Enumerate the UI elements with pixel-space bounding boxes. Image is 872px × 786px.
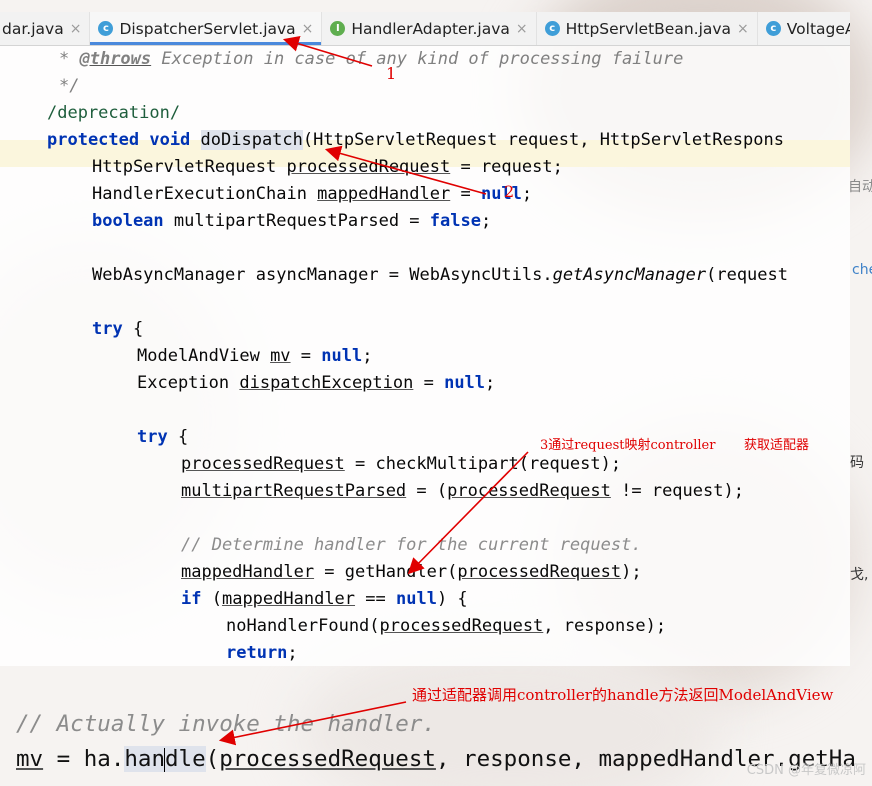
code-line: Exception dispatchException = null; [137,373,496,393]
code-line: ModelAndView mv = null; [137,346,373,366]
code-line: HttpServletRequest processedRequest = re… [92,157,563,177]
editor-tab-bar: dar.java × c DispatcherServlet.java × I … [0,12,850,46]
tab-label: VoltageA [786,19,850,38]
code-line: */ [59,76,80,96]
annotation-4: 通过适配器调用controller的handle方法返回ModelAndView [412,686,834,704]
enlarged-code-line: mv = ha.handle(processedRequest, respons… [16,746,856,772]
side-text: che [852,262,872,278]
code-line: return; [226,643,298,663]
annotation-2: 2 [504,182,515,201]
code-line: HandlerExecutionChain mappedHandler = nu… [92,184,533,204]
code-line: /deprecation/ [47,103,181,123]
code-line: protected void doDispatch(HttpServletReq… [47,130,784,150]
tab-http-servlet-bean[interactable]: c HttpServletBean.java × [537,12,758,45]
tab-voltage[interactable]: c VoltageA [758,12,850,45]
code-line: mappedHandler = getHandler(processedRequ… [181,562,642,582]
interface-icon: I [330,21,346,36]
code-line: if (mappedHandler == null) { [181,589,468,609]
tab-calendar[interactable]: dar.java × [0,12,91,45]
code-line: noHandlerFound(processedRequest, respons… [226,616,667,636]
class-icon: c [98,21,114,36]
side-text: 码 [850,455,864,471]
code-line: multipartRequestParsed = (processedReque… [181,481,744,501]
code-line: boolean multipartRequestParsed = false; [92,211,492,231]
code-line: * @throws Exception in case of any kind … [59,49,684,69]
close-icon[interactable]: × [737,21,749,37]
close-icon[interactable]: × [302,21,314,37]
class-icon: c [765,21,781,36]
annotation-1: 1 [386,64,397,83]
tab-label: HttpServletBean.java [565,19,732,38]
side-text: 自动 [848,179,872,195]
annotation-3b: 获取适配器 [744,438,810,453]
code-line: WebAsyncManager asyncManager = WebAsyncU… [92,265,788,285]
tab-label: HandlerAdapter.java [351,19,510,38]
side-text: 戈, [850,567,869,583]
tab-label: DispatcherServlet.java [119,19,296,38]
watermark: CSDN @年复微凉阿 [746,763,866,778]
class-icon: c [544,21,560,36]
tab-handler-adapter[interactable]: I HandlerAdapter.java × [322,12,537,45]
code-line: try { [92,319,144,339]
code-line: // Determine handler for the current req… [181,535,642,555]
close-icon[interactable]: × [516,21,528,37]
enlarged-comment: // Actually invoke the handler. [16,711,436,737]
code-line: try { [137,427,189,447]
close-icon[interactable]: × [70,21,82,37]
annotation-3: 3通过request映射controller [540,438,716,453]
tab-dispatcher-servlet[interactable]: c DispatcherServlet.java × [90,12,323,45]
tab-label: dar.java [2,19,64,38]
code-line: processedRequest = checkMultipart(reques… [181,454,622,474]
code-editor: dar.java × c DispatcherServlet.java × I … [0,12,850,666]
